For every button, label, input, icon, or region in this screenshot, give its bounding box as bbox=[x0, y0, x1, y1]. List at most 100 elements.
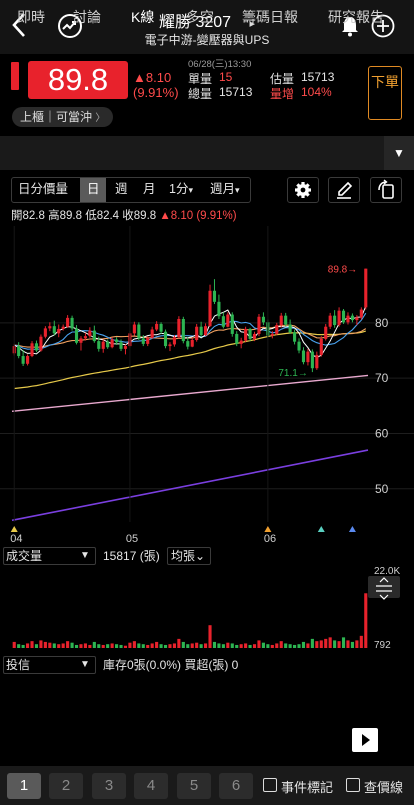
price-display: 89.8 bbox=[28, 61, 128, 99]
rotate-button[interactable] bbox=[370, 177, 402, 203]
price-tick-label: 60 bbox=[375, 426, 389, 440]
tab-chip-daily[interactable]: 籌碼日報 bbox=[242, 0, 298, 34]
play-button[interactable] bbox=[352, 728, 378, 752]
page-5-button[interactable]: 5 bbox=[177, 773, 211, 799]
candle-body bbox=[364, 268, 368, 308]
est-volume-value: 15713 bbox=[301, 70, 335, 84]
candle-body bbox=[190, 340, 194, 347]
week-month-button[interactable]: 週月▾ bbox=[210, 178, 240, 202]
candle-body bbox=[261, 316, 265, 323]
candle-body bbox=[168, 344, 172, 347]
minute-button[interactable]: 1分▾ bbox=[169, 178, 193, 202]
volume-bar bbox=[266, 644, 270, 648]
market-tag[interactable]: 上櫃｜可當沖 〉 bbox=[12, 107, 114, 127]
institution-indicator-label: 投信 bbox=[6, 658, 31, 672]
volume-bar bbox=[341, 637, 346, 648]
volume-bar bbox=[181, 641, 185, 648]
volume-bar bbox=[106, 644, 110, 648]
volume-bar bbox=[12, 641, 16, 648]
volume-bar bbox=[79, 644, 83, 648]
order-button[interactable]: 下單 bbox=[368, 66, 402, 120]
candle-body bbox=[52, 326, 56, 334]
volume-ma-label: 均張⌄ bbox=[171, 547, 205, 565]
candle-body bbox=[57, 328, 61, 334]
price-tick-label: 50 bbox=[375, 482, 389, 496]
tab-dropdown-icon[interactable]: ▼ bbox=[384, 136, 414, 170]
candle-body bbox=[132, 324, 136, 334]
price-line-checkbox[interactable] bbox=[346, 778, 360, 792]
volume-bar bbox=[297, 644, 301, 648]
candle-body bbox=[110, 339, 114, 348]
volume-bar bbox=[328, 637, 332, 648]
candle-body bbox=[34, 343, 39, 351]
candle-body bbox=[257, 316, 261, 334]
candle-body bbox=[328, 315, 332, 327]
candle-body bbox=[252, 333, 257, 339]
volume-ma-arrow-icon: ⌄ bbox=[195, 549, 206, 563]
volume-bar bbox=[177, 638, 181, 648]
volume-bar bbox=[315, 641, 319, 648]
date-tick-label: 04 bbox=[10, 533, 22, 545]
tab-discussion[interactable]: 討論 bbox=[73, 0, 101, 34]
high-value: 89.8 bbox=[59, 210, 82, 222]
tab-bull-bear[interactable]: 多空 bbox=[186, 0, 214, 34]
kline-chart[interactable]: 8070605089.8→71.1→04050622.0K7920 bbox=[0, 226, 414, 662]
total-volume-value: 15713 bbox=[219, 85, 253, 99]
candle-body bbox=[30, 343, 34, 357]
tab-research[interactable]: 研究報告 bbox=[328, 0, 384, 34]
volume-bar bbox=[159, 644, 163, 648]
volume-bar bbox=[293, 644, 297, 648]
volume-bar bbox=[101, 644, 105, 648]
volume-bar bbox=[83, 643, 87, 648]
candle-body bbox=[172, 337, 176, 345]
tab-kline[interactable]: K線 bbox=[131, 0, 154, 34]
tab-bar bbox=[0, 136, 414, 170]
volume-ma-text: 均張 bbox=[171, 549, 196, 563]
volume-bar bbox=[39, 640, 43, 648]
page-6-button[interactable]: 6 bbox=[219, 773, 253, 799]
volume-mode-button[interactable]: 日分價量 bbox=[18, 178, 68, 202]
settings-button[interactable] bbox=[287, 177, 319, 203]
page-4-button[interactable]: 4 bbox=[134, 773, 168, 799]
candle-body bbox=[208, 290, 212, 327]
candle-body bbox=[195, 326, 199, 340]
volume-bar bbox=[350, 641, 354, 648]
tab-realtime[interactable]: 即時 bbox=[17, 0, 45, 34]
event-marker-icon bbox=[348, 526, 356, 532]
candle-body bbox=[235, 333, 239, 344]
volume-bar bbox=[17, 644, 21, 648]
volume-bar bbox=[230, 643, 234, 648]
draw-button[interactable] bbox=[328, 177, 360, 203]
candle-body bbox=[270, 333, 274, 336]
candle-body bbox=[150, 329, 154, 338]
candle-body bbox=[333, 315, 337, 326]
candle-body bbox=[137, 324, 141, 339]
volume-bar bbox=[208, 625, 212, 648]
volume-bar bbox=[275, 643, 279, 648]
candle-body bbox=[221, 316, 225, 327]
volume-bar bbox=[235, 644, 239, 648]
period-month-button[interactable]: 月 bbox=[143, 178, 156, 202]
volume-bar bbox=[115, 644, 119, 648]
event-marker-checkbox[interactable] bbox=[263, 778, 277, 792]
period-week-button[interactable]: 週 bbox=[115, 178, 128, 202]
candle-body bbox=[61, 326, 65, 329]
candle-body bbox=[199, 326, 203, 336]
ma-5-line bbox=[13, 306, 367, 359]
volume-increase-label: 量增 bbox=[270, 87, 295, 101]
page-1-button[interactable]: 1 bbox=[7, 773, 41, 799]
volume-bar bbox=[172, 643, 176, 648]
low-value: 82.4 bbox=[96, 210, 120, 222]
volume-bar bbox=[70, 642, 74, 648]
period-day-button[interactable]: 日 bbox=[87, 178, 100, 202]
page-2-button[interactable]: 2 bbox=[49, 773, 83, 799]
volume-min-label: 792 bbox=[374, 640, 391, 651]
volume-bar bbox=[146, 644, 150, 648]
candle-body bbox=[346, 315, 350, 323]
low-annotation: 71.1→ bbox=[278, 368, 307, 379]
candle-body bbox=[226, 314, 230, 327]
page-3-button[interactable]: 3 bbox=[92, 773, 126, 799]
candle-body bbox=[248, 328, 252, 339]
week-month-label: 週月 bbox=[210, 182, 236, 196]
volume-indicator-label: 成交量 bbox=[6, 549, 43, 563]
